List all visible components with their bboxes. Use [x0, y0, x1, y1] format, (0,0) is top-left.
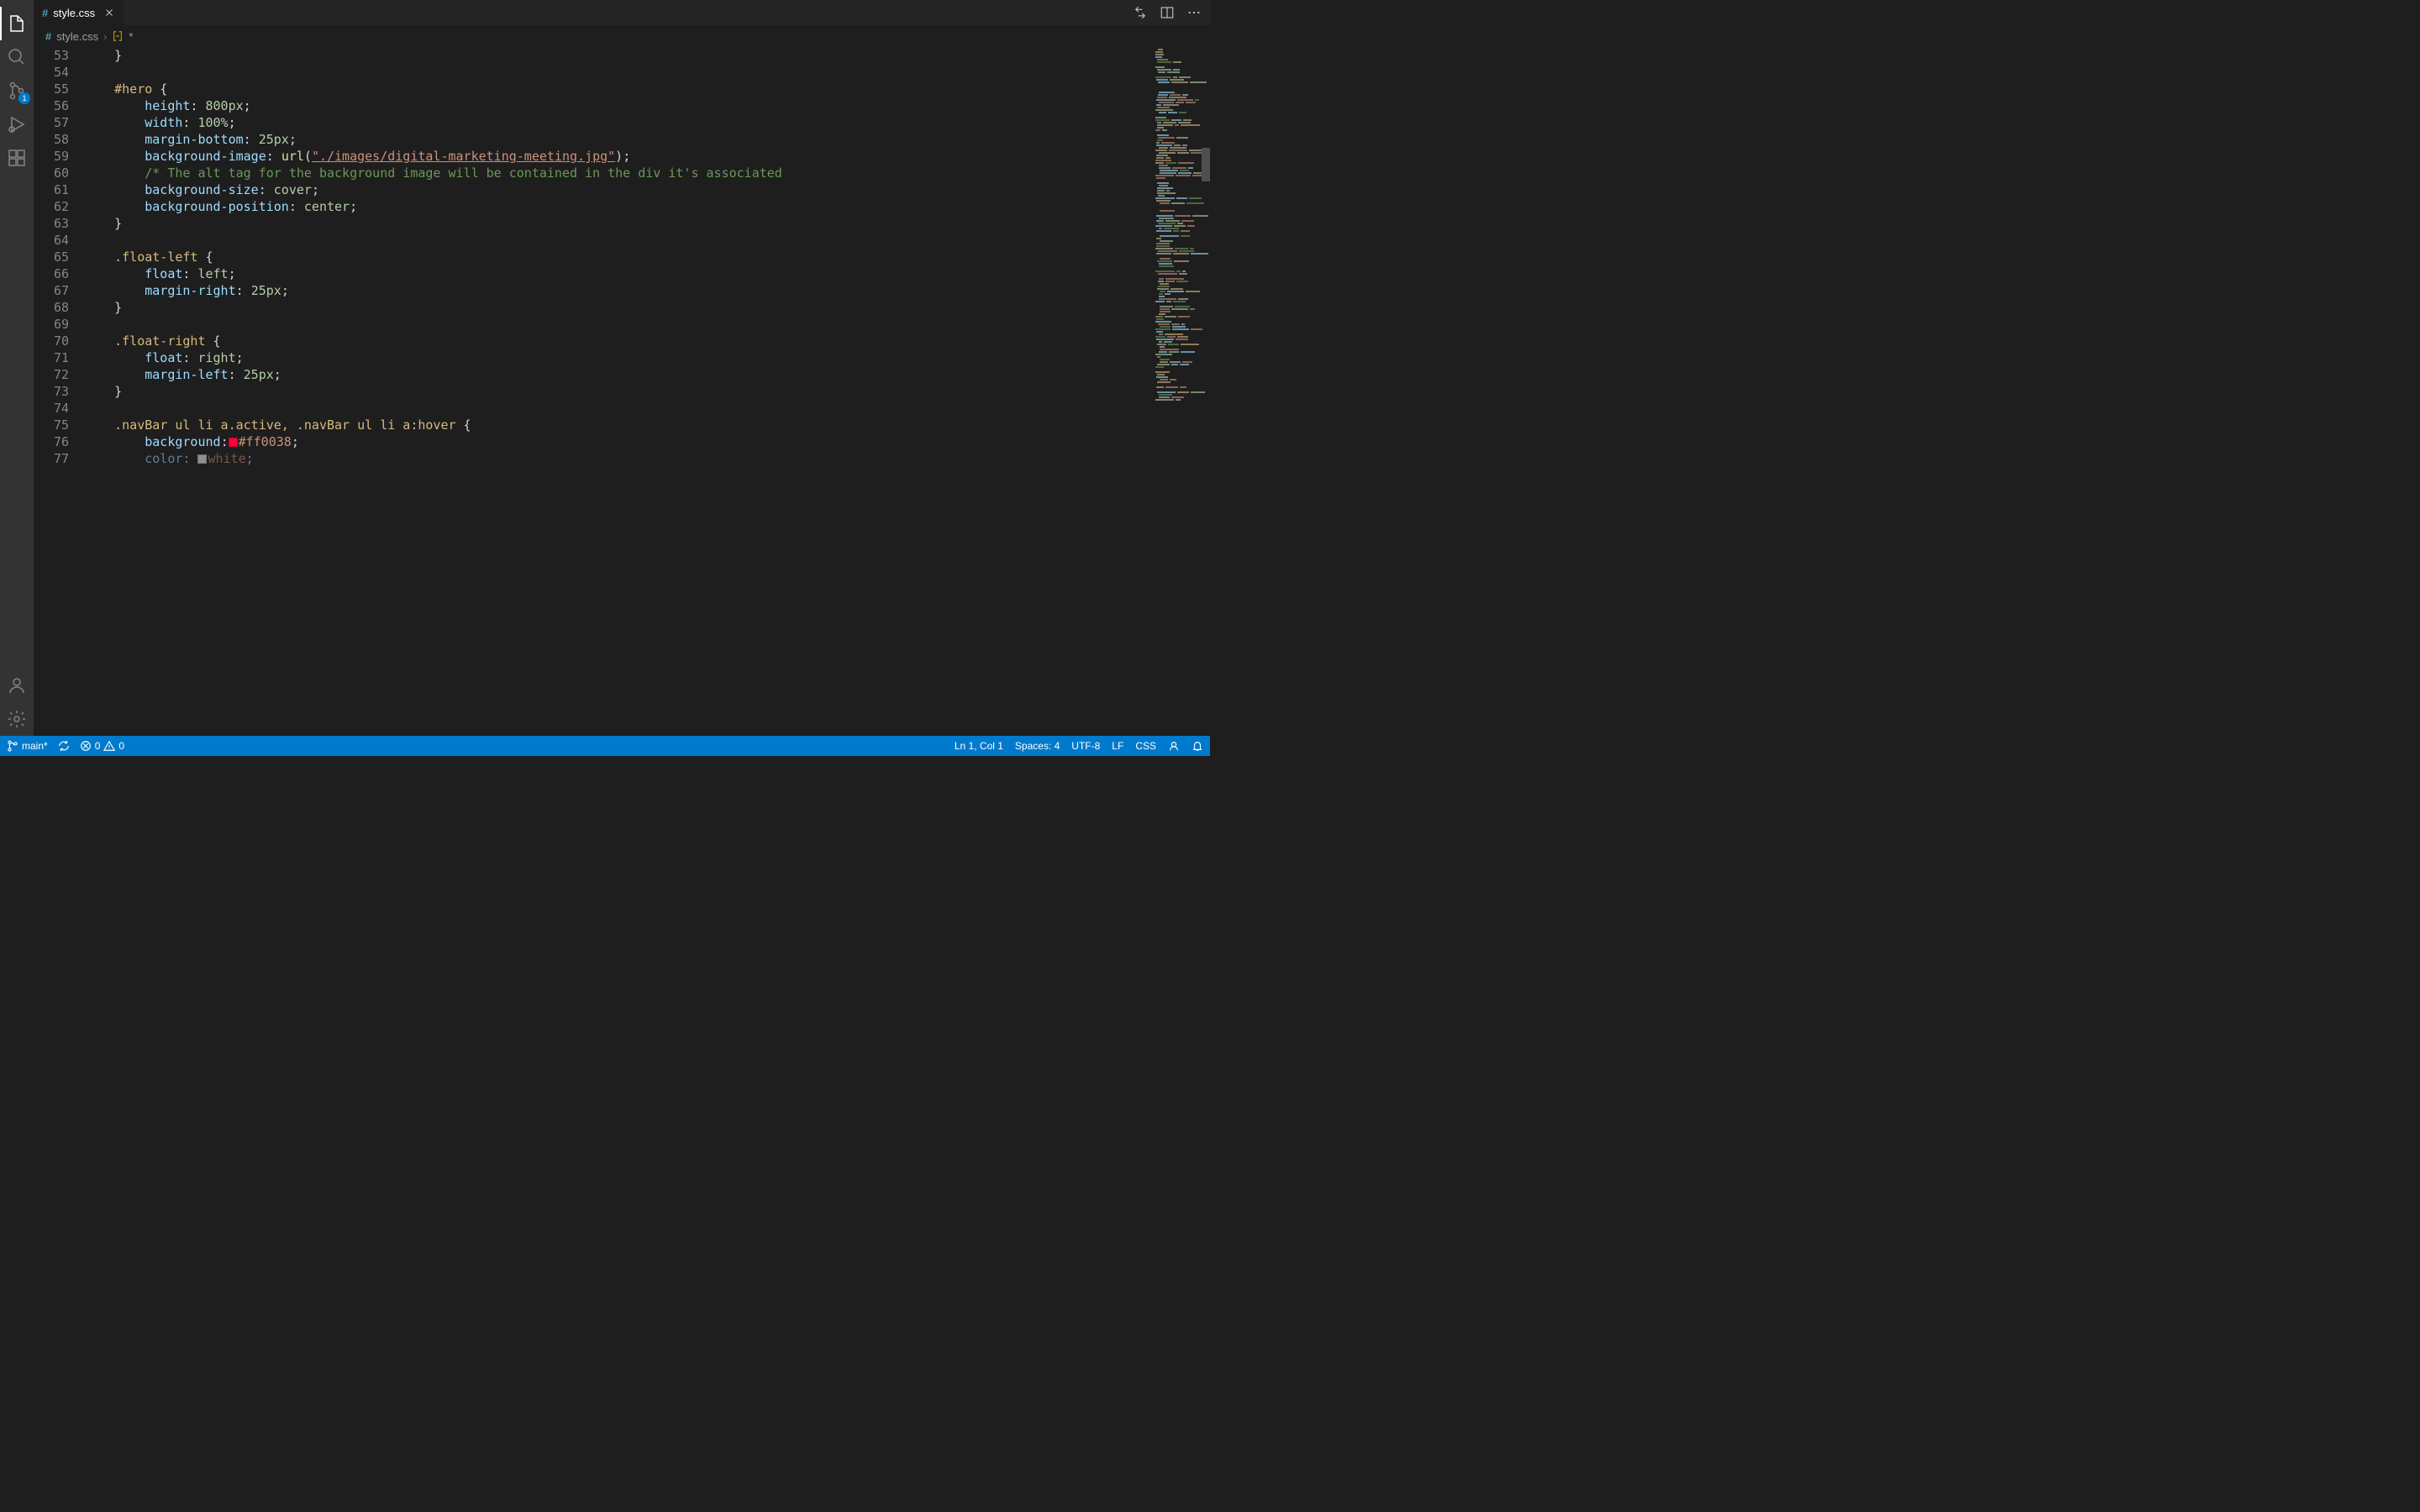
- settings-gear-icon[interactable]: [0, 702, 34, 736]
- split-editor-icon[interactable]: [1160, 5, 1175, 20]
- css-file-icon: #: [42, 7, 48, 19]
- line-gutter[interactable]: 5354555657585960616263646566676869707172…: [34, 47, 84, 736]
- source-control-icon[interactable]: 1: [0, 74, 34, 108]
- git-branch[interactable]: main*: [7, 740, 48, 752]
- status-bar: main* 0 0 Ln 1, Col 1 Spaces: 4 UTF-8 LF…: [0, 736, 1210, 756]
- css-rule-icon: [112, 30, 124, 42]
- search-icon[interactable]: [0, 40, 34, 74]
- breadcrumb-symbol: *: [129, 30, 133, 43]
- account-icon[interactable]: [0, 669, 34, 702]
- breadcrumb-filename: style.css: [56, 30, 98, 43]
- minimap[interactable]: [1151, 47, 1210, 736]
- tab-filename: style.css: [53, 7, 95, 19]
- close-icon[interactable]: [103, 7, 115, 18]
- cursor-position[interactable]: Ln 1, Col 1: [955, 740, 1003, 752]
- editor-area: # style.css # style.css ›: [34, 0, 1210, 736]
- extensions-icon[interactable]: [0, 141, 34, 175]
- compare-icon[interactable]: [1133, 5, 1148, 20]
- eol[interactable]: LF: [1112, 740, 1123, 752]
- explorer-icon[interactable]: [0, 7, 34, 40]
- problems[interactable]: 0 0: [80, 740, 124, 752]
- more-icon[interactable]: [1186, 5, 1202, 20]
- scm-badge: 1: [18, 92, 30, 104]
- run-debug-icon[interactable]: [0, 108, 34, 141]
- feedback-icon[interactable]: [1168, 740, 1180, 752]
- encoding[interactable]: UTF-8: [1071, 740, 1100, 752]
- editor-viewport[interactable]: 5354555657585960616263646566676869707172…: [34, 47, 1210, 736]
- code-content[interactable]: } #hero { height: 800px; width: 100%; ma…: [84, 47, 1151, 736]
- tab-actions: [1133, 5, 1210, 20]
- tab-bar: # style.css: [34, 0, 1210, 25]
- tab-style-css[interactable]: # style.css: [34, 0, 124, 25]
- css-file-icon: #: [45, 30, 51, 43]
- minimap-slider[interactable]: [1202, 148, 1210, 181]
- activity-bar: 1: [0, 0, 34, 736]
- chevron-right-icon: ›: [103, 30, 107, 43]
- language-mode[interactable]: CSS: [1135, 740, 1156, 752]
- sync-icon[interactable]: [58, 740, 70, 752]
- breadcrumb[interactable]: # style.css › *: [34, 25, 1210, 47]
- indentation[interactable]: Spaces: 4: [1015, 740, 1060, 752]
- notifications-icon[interactable]: [1192, 740, 1203, 752]
